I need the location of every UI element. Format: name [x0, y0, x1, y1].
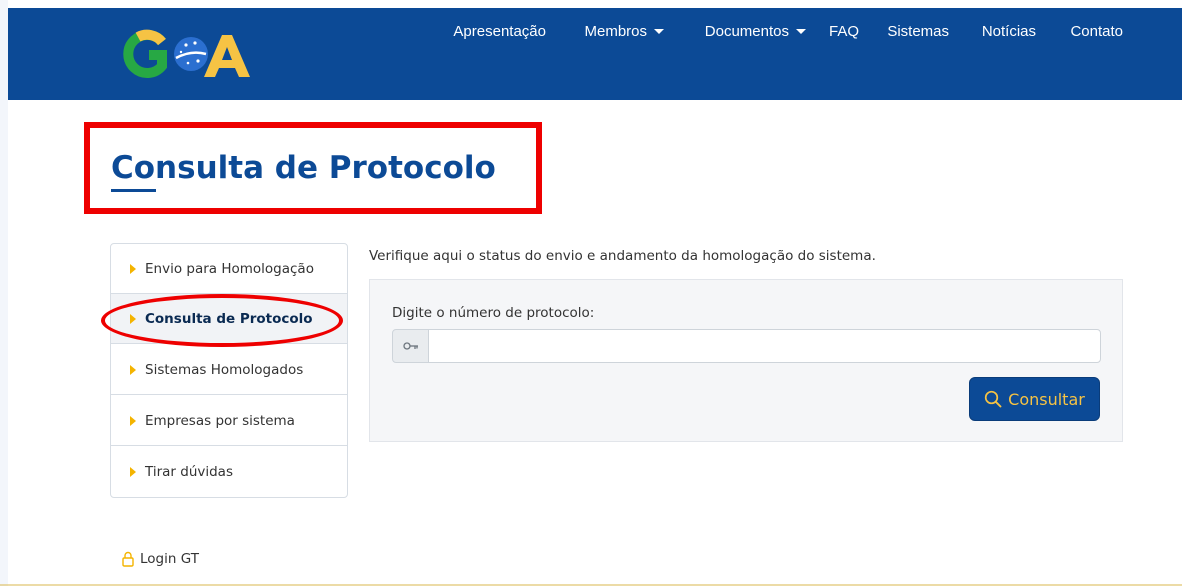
sidebar-item-label: Sistemas Homologados	[145, 361, 304, 378]
nav-item-apresentacao[interactable]: Apresentação	[453, 23, 546, 40]
nav-label: Apresentação	[453, 23, 546, 40]
login-gt-link[interactable]: Login GT	[122, 549, 199, 569]
nav-label: Notícias	[981, 23, 1036, 40]
protocol-form-panel: Digite o número de protocolo: Consultar	[369, 279, 1123, 442]
login-gt-label: Login GT	[140, 551, 199, 567]
search-icon	[985, 390, 1002, 408]
key-icon-svg	[403, 342, 418, 350]
nav-label: Documentos	[704, 23, 789, 40]
consultar-label: Consultar	[1008, 389, 1085, 409]
nav-item-membros[interactable]: Membros	[584, 23, 664, 40]
sidebar-item-tirar-duvidas[interactable]: Tirar dúvidas	[111, 447, 347, 497]
page-edge	[0, 0, 8, 586]
intro-text: Verifique aqui o status do envio e andam…	[369, 248, 876, 264]
nav-item-noticias[interactable]: Notícias	[982, 23, 1036, 40]
nav-item-faq[interactable]: FAQ	[829, 23, 859, 40]
logo-icon	[123, 29, 250, 78]
nav-label: FAQ	[828, 23, 859, 40]
lock-icon	[122, 551, 134, 567]
title-highlight-box	[84, 122, 542, 214]
caret-right-icon	[130, 263, 136, 274]
sidebar-menu: Envio para Homologação Consulta de Proto…	[110, 243, 348, 498]
caret-right-icon	[130, 364, 136, 375]
top-navbar: Apresentação Membros Documentos FAQ Sist…	[8, 8, 1182, 100]
caret-right-icon	[130, 415, 136, 426]
sidebar-item-label: Tirar dúvidas	[145, 464, 233, 480]
protocol-input-group	[392, 329, 1101, 363]
caret-right-icon	[130, 467, 136, 477]
goa-logo[interactable]	[118, 25, 258, 83]
sidebar-item-label: Empresas por sistema	[145, 412, 295, 429]
key-icon	[392, 329, 429, 363]
caret-down-icon	[796, 29, 806, 34]
sidebar-item-sistemas-homologados[interactable]: Sistemas Homologados	[111, 345, 347, 395]
nav-label: Membros	[584, 23, 647, 40]
protocol-input[interactable]	[428, 329, 1101, 363]
sidebar-item-empresas-sistema[interactable]: Empresas por sistema	[111, 396, 347, 446]
nav-label: Contato	[1070, 23, 1123, 40]
consultar-button[interactable]: Consultar	[969, 377, 1100, 421]
protocol-label: Digite o número de protocolo:	[392, 305, 595, 321]
sidebar-item-label: Envio para Homologação	[145, 260, 314, 277]
menu-highlight-ellipse	[101, 294, 343, 347]
nav-item-contato[interactable]: Contato	[1070, 23, 1123, 40]
sidebar-item-envio-homologacao[interactable]: Envio para Homologação	[111, 244, 347, 294]
nav-item-sistemas[interactable]: Sistemas	[887, 23, 949, 40]
nav-item-documentos[interactable]: Documentos	[705, 23, 806, 40]
nav-label: Sistemas	[887, 23, 949, 40]
caret-down-icon	[654, 29, 664, 34]
